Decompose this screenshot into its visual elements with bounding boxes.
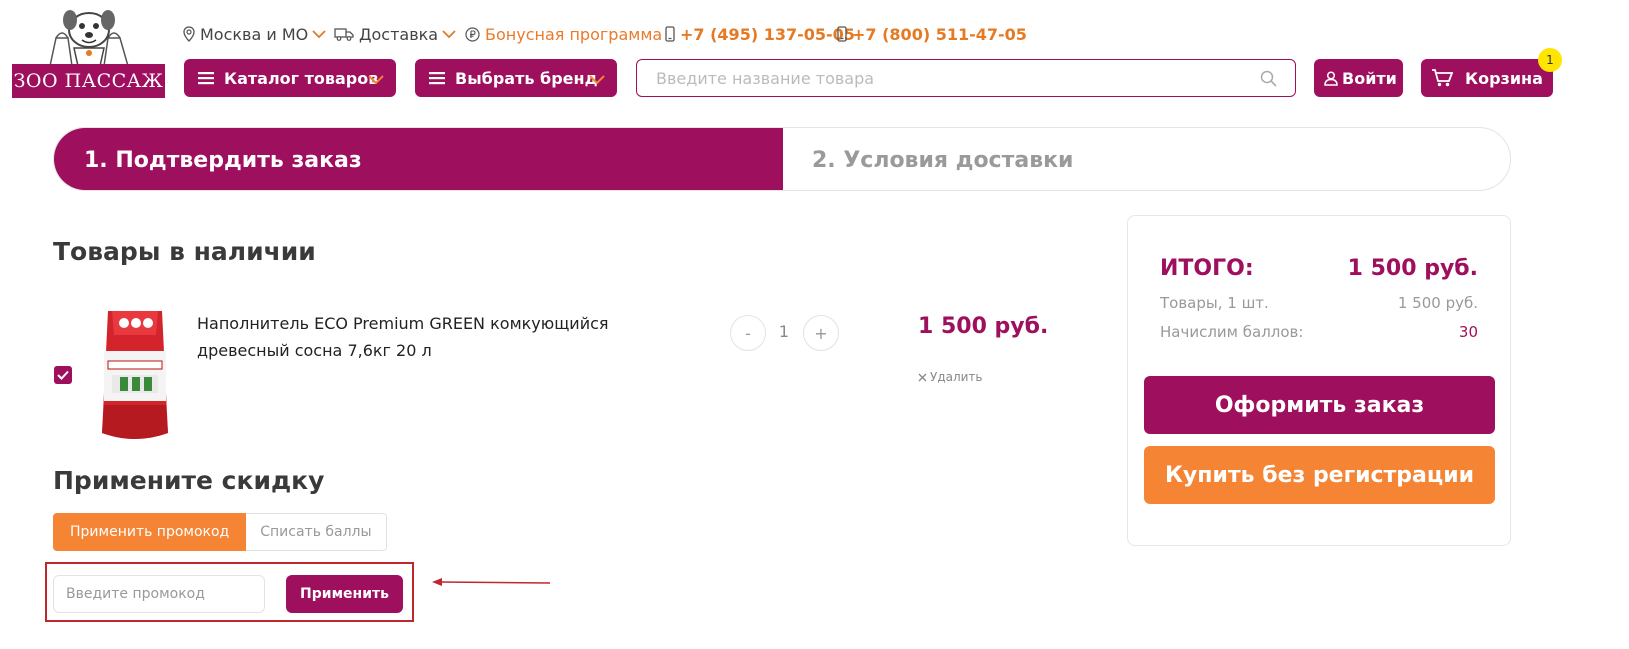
discount-title: Примените скидку (53, 466, 325, 495)
apply-promo-button[interactable]: Применить (286, 575, 403, 613)
goods-value: 1 500 руб. (1397, 294, 1478, 312)
brand-button[interactable]: Выбрать бренд (415, 59, 617, 97)
phone-number-1: +7 (495) 137-05-05 (680, 24, 855, 44)
item-price: 1 500 руб. (918, 314, 1049, 339)
qty-decrease-button[interactable]: - (730, 315, 766, 351)
item-checkbox[interactable] (54, 366, 72, 384)
buy-without-registration-button[interactable]: Купить без регистрации (1144, 446, 1495, 504)
phone-link-2[interactable]: +7 (800) 511-47-05 (837, 22, 1027, 46)
checkout-steps: 1. Подтвердить заказ 2. Условия доставки (53, 127, 1511, 191)
region-selector[interactable]: Москва и МО (183, 22, 326, 46)
delivery-label: Доставка (359, 24, 439, 44)
checkmark-icon (57, 370, 69, 380)
truck-icon (334, 27, 354, 41)
menu-icon (429, 71, 445, 85)
dog-mascot-icon (49, 10, 129, 67)
summary-total: 1 500 руб. (1347, 256, 1478, 281)
logo-text: ЗОО ПАССАЖ (12, 64, 165, 98)
search-icon[interactable] (1260, 70, 1277, 91)
close-icon (918, 373, 927, 382)
catalog-button[interactable]: Каталог товаров (184, 59, 396, 97)
logo[interactable]: ЗОО ПАССАЖ (12, 8, 165, 98)
qty-value[interactable]: 1 (768, 322, 800, 341)
search-input[interactable] (656, 60, 1246, 96)
phone-icon (837, 26, 847, 42)
chevron-down-icon (312, 29, 326, 39)
phone-link-1[interactable]: +7 (495) 137-05-05 (665, 22, 855, 46)
phone-number-2: +7 (800) 511-47-05 (852, 24, 1027, 44)
catalog-label: Каталог товаров (224, 68, 379, 88)
goods-label: Товары, 1 шт. (1160, 294, 1269, 312)
points-label: Начислим баллов: (1160, 323, 1304, 341)
summary-title: ИТОГО: (1160, 256, 1254, 281)
points-value: 30 (1458, 323, 1478, 341)
in-stock-title: Товары в наличии (53, 237, 316, 266)
region-label: Москва и МО (200, 24, 309, 44)
chevron-down-icon (589, 70, 605, 89)
order-summary: ИТОГО: 1 500 руб. Товары, 1 шт. 1 500 ру… (1127, 215, 1511, 546)
remove-item-link[interactable]: Удалить (918, 370, 983, 384)
promo-field (53, 575, 265, 613)
cart-count-badge: 1 (1538, 48, 1562, 72)
login-label: Войти (1342, 68, 1397, 88)
cart-label: Корзина (1465, 68, 1543, 88)
product-image[interactable] (90, 305, 180, 445)
qty-increase-button[interactable]: + (803, 315, 839, 351)
menu-icon (198, 71, 214, 85)
annotation-arrow-icon (432, 578, 551, 586)
promo-input[interactable] (66, 576, 256, 612)
user-icon (1324, 70, 1338, 86)
search-box (636, 59, 1296, 97)
location-pin-icon (183, 26, 195, 42)
cart-button[interactable]: Корзина (1421, 59, 1553, 97)
chevron-down-icon (442, 29, 456, 39)
step-delivery-conditions[interactable]: 2. Условия доставки (812, 128, 1073, 190)
discount-tabs: Применить промокод Списать баллы (53, 513, 387, 551)
phone-icon (665, 26, 675, 42)
place-order-button[interactable]: Оформить заказ (1144, 376, 1495, 434)
chevron-down-icon (368, 70, 384, 89)
ruble-coin-icon (465, 26, 480, 42)
step-confirm-order[interactable]: 1. Подтвердить заказ (54, 128, 783, 190)
remove-label: Удалить (930, 370, 983, 384)
tab-use-points[interactable]: Списать баллы (246, 513, 387, 551)
bonus-program-link[interactable]: Бонусная программа (465, 22, 662, 46)
brand-label: Выбрать бренд (455, 68, 598, 88)
login-button[interactable]: Войти (1314, 59, 1403, 97)
product-name[interactable]: Наполнитель ECO Premium GREEN комкующийс… (197, 310, 617, 364)
cart-icon (1431, 69, 1453, 87)
bonus-label: Бонусная программа (485, 24, 663, 44)
delivery-menu[interactable]: Доставка (334, 22, 456, 46)
tab-apply-promo[interactable]: Применить промокод (53, 513, 247, 551)
